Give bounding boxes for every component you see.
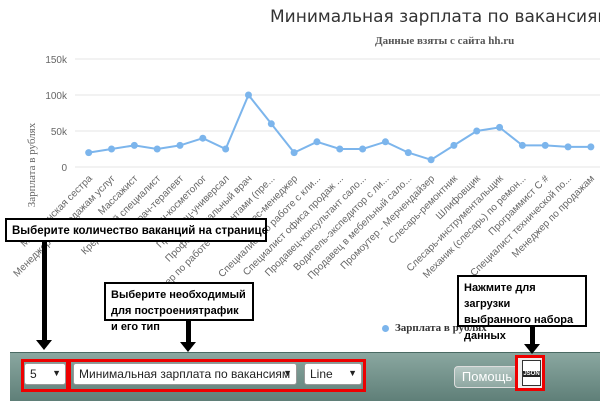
json-download-button[interactable]: JSON [515,355,545,391]
data-point[interactable] [130,141,138,149]
data-point[interactable] [381,138,389,146]
chart-title: Минимальная зарплата по вакансиям [270,7,600,27]
y-tick-label: 100k [45,91,68,102]
data-point[interactable] [313,138,321,146]
y-tick-label: 150k [45,55,68,66]
data-point[interactable] [199,134,207,142]
data-point[interactable] [496,123,504,131]
json-label: JSON [523,371,540,377]
arrow-count-head-icon [36,340,52,350]
json-file-icon: JSON [522,360,541,386]
data-point[interactable] [222,145,230,153]
data-point[interactable] [404,149,412,157]
help-button[interactable]: Помощь [454,366,520,388]
arrow-chart-icon [186,321,191,343]
data-point[interactable] [336,145,344,153]
data-point[interactable] [541,141,549,149]
arrow-json-icon [530,327,535,345]
series-points [85,91,595,164]
arrow-chart-head-icon [180,342,196,352]
y-tick-label: 50k [51,127,68,138]
legend-marker-icon [382,324,389,332]
y-ticks: 0 50k 100k 150k [45,55,68,174]
y-tick-label: 0 [61,163,67,174]
data-point[interactable] [564,143,572,151]
data-point[interactable] [450,141,458,149]
arrow-json-head-icon [524,344,540,354]
data-point[interactable] [473,127,481,135]
chart-controls-highlight [68,359,366,392]
data-point[interactable] [359,145,367,153]
data-point[interactable] [153,145,161,153]
annotation-json: Нажмите для загрузки выбранного набора д… [457,275,587,342]
data-point[interactable] [427,156,435,164]
data-point[interactable] [85,149,93,157]
annotation-count: Выберите количество ваканций на странице [5,218,268,242]
data-point[interactable] [290,149,298,157]
y-axis-title: Зарплата в рублях [26,122,38,207]
chart-subtitle: Данные взяты с сайта hh.ru [375,35,515,47]
count-select-highlight [21,359,69,392]
arrow-count-icon [42,242,47,342]
data-point[interactable] [267,120,275,128]
data-point[interactable] [244,91,252,99]
data-point[interactable] [176,141,184,149]
data-point[interactable] [108,145,116,153]
annotation-chart: Выберите необходимый для построениятрафи… [104,282,254,333]
data-point[interactable] [518,141,526,149]
data-point[interactable] [587,143,595,151]
